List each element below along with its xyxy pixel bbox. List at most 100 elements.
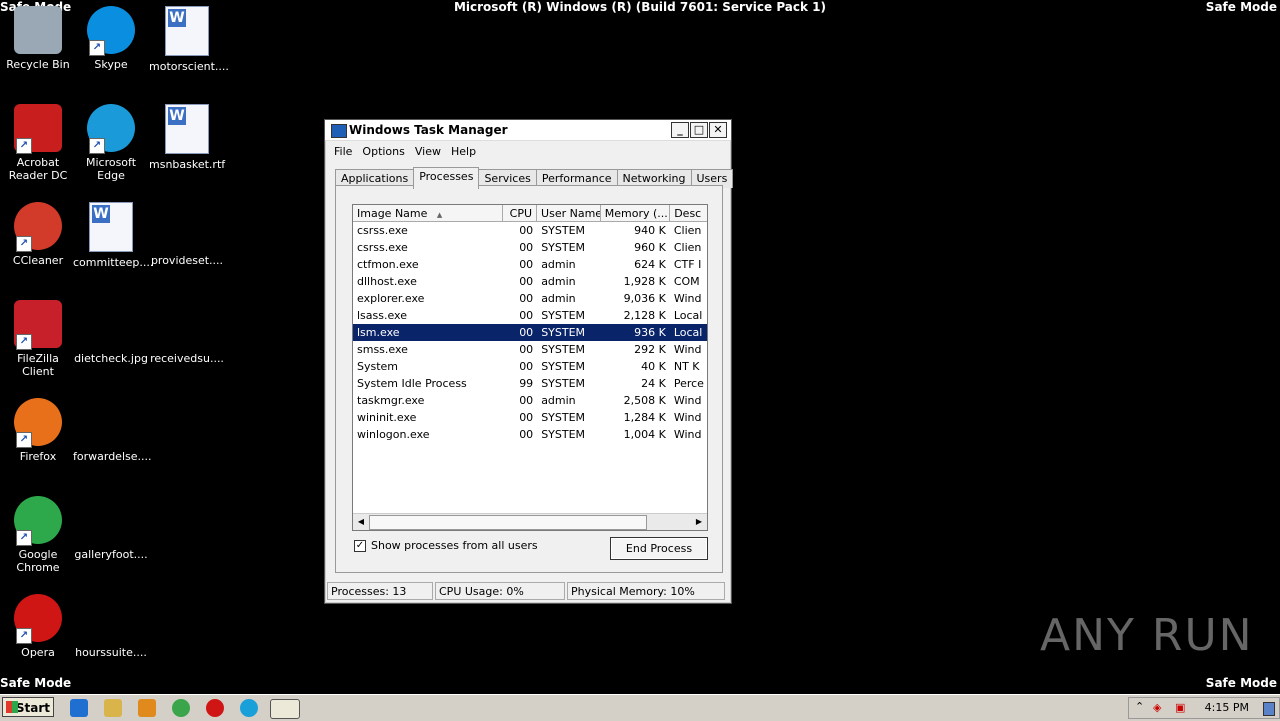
desktop-icon-label: dietcheck.jpg [74,352,148,365]
desktop-icon[interactable]: ↗ Microsoft Edge [73,104,149,182]
process-memory: 1,928 K [623,275,666,288]
process-user: SYSTEM [541,360,586,373]
title-bar[interactable]: Windows Task Manager _ □ ✕ [325,120,731,141]
process-memory: 2,128 K [623,309,666,322]
close-button[interactable]: ✕ [709,122,727,138]
show-hidden-icons-icon[interactable]: ⌃ [1135,700,1144,713]
process-row[interactable]: System 00 SYSTEM 40 K NT K [353,358,707,375]
shortcut-arrow-icon: ↗ [16,334,32,350]
desktop-icon[interactable]: provideset.... [149,202,225,267]
shortcut-arrow-icon: ↗ [16,530,32,546]
process-name: lsm.exe [357,326,400,339]
column-memory[interactable]: Memory (... [601,205,671,221]
desktop-icon[interactable]: ↗ Opera [0,594,76,659]
edge-taskbar-icon[interactable] [240,699,258,717]
process-row[interactable]: lsass.exe 00 SYSTEM 2,128 K Local [353,307,707,324]
process-row[interactable]: lsm.exe 00 SYSTEM 936 K Local [353,324,707,341]
scroll-right-icon[interactable]: ▶ [692,515,706,529]
media-player-icon[interactable] [138,699,156,717]
column-image-name[interactable]: Image Name ▲ [353,205,504,221]
start-button[interactable]: Start [2,697,54,717]
process-cpu: 00 [519,411,534,424]
desktop-icon[interactable]: dietcheck.jpg [73,300,149,365]
process-user: SYSTEM [541,241,586,254]
edge-icon: ↗ [87,104,135,154]
process-description: Perce [673,377,704,390]
network-error-icon[interactable]: ▣ [1175,701,1185,714]
process-name: dllhost.exe [357,275,417,288]
desktop-icon[interactable]: Wmotorscient.... [149,6,229,73]
file-explorer-icon[interactable] [104,699,122,717]
process-user: SYSTEM [541,411,586,424]
minimize-button[interactable]: _ [671,122,689,138]
taskbar: Start ⌃ ◈ ▣ 4:15 PM [0,694,1280,721]
firefox-icon: ↗ [14,398,62,448]
desktop-icon[interactable]: receivedsu.... [149,300,225,365]
desktop-icon[interactable]: galleryfoot.... [73,496,149,561]
process-cpu: 00 [519,309,534,322]
process-name: explorer.exe [357,292,425,305]
desktop-icon-label: galleryfoot.... [74,548,148,561]
column-user-name[interactable]: User Name [537,205,601,221]
process-row[interactable]: csrss.exe 00 SYSTEM 960 K Clien [353,239,707,256]
process-memory: 24 K [641,377,666,390]
desktop-icon-label: receivedsu.... [150,352,224,365]
end-process-button[interactable]: End Process [610,537,708,560]
tab-processes[interactable]: Processes [413,167,480,189]
task-manager-window[interactable]: Windows Task Manager _ □ ✕ File Options … [324,119,734,604]
desktop-icon[interactable]: ↗ Acrobat Reader DC [0,104,76,182]
process-row[interactable]: winlogon.exe 00 SYSTEM 1,004 K Wind [353,426,707,443]
desktop-icon[interactable]: ↗ CCleaner [0,202,76,267]
checkbox-checked-icon[interactable]: ✓ [354,539,366,552]
task-manager-taskbar-button[interactable] [270,699,300,719]
process-memory: 936 K [634,326,666,339]
process-user: admin [541,394,576,407]
process-cpu: 00 [519,241,534,254]
process-list[interactable]: Image Name ▲ CPU User Name Memory (... D… [352,204,708,531]
volume-muted-icon[interactable]: ◈ [1153,701,1161,714]
shortcut-arrow-icon: ↗ [89,138,105,154]
desktop-icon[interactable]: forwardelse.... [73,398,151,463]
process-memory: 40 K [641,360,666,373]
process-row[interactable]: csrss.exe 00 SYSTEM 940 K Clien [353,222,707,239]
desktop-icon[interactable]: hourssuite.... [73,594,149,659]
process-row[interactable]: ctfmon.exe 00 admin 624 K CTF I [353,256,707,273]
process-row[interactable]: dllhost.exe 00 admin 1,928 K COM [353,273,707,290]
word-logo-icon: W [92,205,110,223]
process-row[interactable]: smss.exe 00 SYSTEM 292 K Wind [353,341,707,358]
process-description: Clien [673,224,702,237]
scrollbar-thumb[interactable] [369,515,647,530]
process-row[interactable]: explorer.exe 00 admin 9,036 K Wind [353,290,707,307]
opera-taskbar-icon[interactable] [206,699,224,717]
process-row[interactable]: System Idle Process 99 SYSTEM 24 K Perce [353,375,707,392]
column-cpu[interactable]: CPU [503,205,538,221]
process-row[interactable]: taskmgr.exe 00 admin 2,508 K Wind [353,392,707,409]
maximize-button[interactable]: □ [690,122,708,138]
desktop-icon[interactable]: ↗ FileZilla Client [0,300,76,378]
clock[interactable]: 4:15 PM [1205,701,1249,714]
desktop-icon[interactable]: Wmsnbasket.rtf [149,104,225,171]
menu-view[interactable]: View [410,145,446,158]
desktop-icon[interactable]: Recycle Bin [0,6,76,71]
scroll-left-icon[interactable]: ◀ [354,515,368,529]
show-desktop-button[interactable] [1263,702,1275,716]
menu-help[interactable]: Help [446,145,481,158]
process-description: CTF I [673,258,702,271]
menu-options[interactable]: Options [357,145,409,158]
process-row[interactable]: wininit.exe 00 SYSTEM 1,284 K Wind [353,409,707,426]
desktop-icon[interactable]: ↗ Firefox [0,398,76,463]
process-description: Wind [673,411,702,424]
internet-explorer-icon[interactable] [70,699,88,717]
desktop-icon[interactable]: Wcommitteep.... [73,202,153,269]
anyrun-watermark: ANY RUN [1040,610,1254,661]
horizontal-scrollbar[interactable]: ◀ ▶ [353,513,707,530]
recycle-bin-icon [14,6,62,54]
desktop-icon[interactable]: ↗ Skype [73,6,149,71]
show-all-processes-checkbox[interactable]: ✓ Show processes from all users [354,539,538,552]
opera-icon: ↗ [14,594,62,644]
desktop-icon[interactable]: ↗ Google Chrome [0,496,76,574]
word-logo-icon: W [168,9,186,27]
column-description[interactable]: Desc [670,205,707,221]
menu-file[interactable]: File [329,145,357,158]
chrome-taskbar-icon[interactable] [172,699,190,717]
